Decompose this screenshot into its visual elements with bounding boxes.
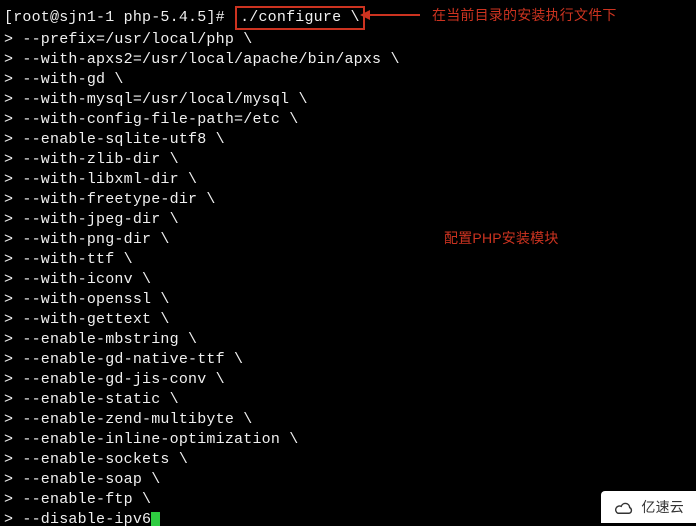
continuation-prompt: > (4, 91, 22, 108)
continuation-prompt: > (4, 171, 22, 188)
continuation-line: > --enable-inline-optimization \ (4, 430, 692, 450)
continuation-line: > --enable-soap \ (4, 470, 692, 490)
continuation-line: > --with-zlib-dir \ (4, 150, 692, 170)
continuation-prompt: > (4, 511, 22, 526)
continuation-prompt: > (4, 271, 22, 288)
configure-option: --with-openssl \ (22, 291, 169, 308)
continuation-prompt: > (4, 371, 22, 388)
annotation-arrow-head (360, 10, 370, 20)
continuation-line: > --with-png-dir \ (4, 230, 692, 250)
prompt-user-host: root@sjn1-1 (13, 9, 114, 26)
continuation-prompt: > (4, 191, 22, 208)
continuation-line: > --with-apxs2=/usr/local/apache/bin/apx… (4, 50, 692, 70)
configure-option: --enable-inline-optimization \ (22, 431, 298, 448)
watermark-text: 亿速云 (641, 497, 684, 517)
continuation-line: > --enable-sockets \ (4, 450, 692, 470)
continuation-line: > --enable-gd-native-ttf \ (4, 350, 692, 370)
continuation-prompt: > (4, 31, 22, 48)
continuation-prompt: > (4, 351, 22, 368)
continuation-lines: > --prefix=/usr/local/php \> --with-apxs… (4, 30, 692, 526)
continuation-prompt: > (4, 231, 22, 248)
continuation-prompt: > (4, 431, 22, 448)
configure-option: --enable-ftp \ (22, 491, 151, 508)
configure-option: --enable-static \ (22, 391, 178, 408)
annotation-mid: 配置PHP安装模块 (444, 228, 559, 248)
configure-option: --with-gettext \ (22, 311, 169, 328)
configure-option: --enable-mbstring \ (22, 331, 197, 348)
annotation-arrow-line (370, 14, 420, 16)
cloud-icon (613, 500, 635, 514)
configure-option: --with-png-dir \ (22, 231, 169, 248)
continuation-line: > --with-mysql=/usr/local/mysql \ (4, 90, 692, 110)
configure-option: --with-config-file-path=/etc \ (22, 111, 298, 128)
prompt-close-bracket: ] (206, 9, 215, 26)
continuation-prompt: > (4, 111, 22, 128)
continuation-prompt: > (4, 51, 22, 68)
command-highlight-box: ./configure \ (235, 6, 365, 30)
continuation-prompt: > (4, 251, 22, 268)
continuation-line: > --enable-sqlite-utf8 \ (4, 130, 692, 150)
continuation-line: > --with-freetype-dir \ (4, 190, 692, 210)
continuation-line: > --enable-static \ (4, 390, 692, 410)
continuation-line: > --prefix=/usr/local/php \ (4, 30, 692, 50)
configure-option: --with-gd \ (22, 71, 123, 88)
configure-option: --with-freetype-dir \ (22, 191, 215, 208)
continuation-prompt: > (4, 331, 22, 348)
configure-option: --enable-soap \ (22, 471, 160, 488)
continuation-prompt: > (4, 311, 22, 328)
continuation-line: > --with-libxml-dir \ (4, 170, 692, 190)
continuation-prompt: > (4, 471, 22, 488)
configure-option: --with-libxml-dir \ (22, 171, 197, 188)
continuation-line: > --with-config-file-path=/etc \ (4, 110, 692, 130)
configure-option: --with-jpeg-dir \ (22, 211, 178, 228)
configure-option: --disable-ipv6 (22, 511, 151, 526)
continuation-line: > --with-ttf \ (4, 250, 692, 270)
configure-command: ./configure \ (240, 9, 360, 26)
continuation-line: > --with-openssl \ (4, 290, 692, 310)
configure-option: --enable-sockets \ (22, 451, 188, 468)
prompt-hash: # (216, 9, 225, 26)
continuation-prompt: > (4, 411, 22, 428)
continuation-prompt: > (4, 451, 22, 468)
configure-option: --enable-sqlite-utf8 \ (22, 131, 224, 148)
continuation-line: > --enable-ftp \ (4, 490, 692, 510)
configure-option: --with-apxs2=/usr/local/apache/bin/apxs … (22, 51, 399, 68)
continuation-line: > --enable-zend-multibyte \ (4, 410, 692, 430)
configure-option: --enable-zend-multibyte \ (22, 411, 252, 428)
continuation-line: > --with-jpeg-dir \ (4, 210, 692, 230)
watermark: 亿速云 (601, 491, 696, 523)
configure-option: --with-iconv \ (22, 271, 151, 288)
configure-option: --enable-gd-native-ttf \ (22, 351, 243, 368)
continuation-prompt: > (4, 211, 22, 228)
configure-option: --with-mysql=/usr/local/mysql \ (22, 91, 307, 108)
continuation-line: > --enable-mbstring \ (4, 330, 692, 350)
continuation-line: > --enable-gd-jis-conv \ (4, 370, 692, 390)
continuation-line: > --disable-ipv6 (4, 510, 692, 526)
continuation-prompt: > (4, 71, 22, 88)
prompt-dir: php-5.4.5 (124, 9, 207, 26)
continuation-line: > --with-gd \ (4, 70, 692, 90)
configure-option: --prefix=/usr/local/php \ (22, 31, 252, 48)
configure-option: --enable-gd-jis-conv \ (22, 371, 224, 388)
continuation-prompt: > (4, 391, 22, 408)
configure-option: --with-ttf \ (22, 251, 132, 268)
prompt-open-bracket: [ (4, 9, 13, 26)
continuation-prompt: > (4, 291, 22, 308)
continuation-line: > --with-gettext \ (4, 310, 692, 330)
continuation-prompt: > (4, 131, 22, 148)
continuation-line: > --with-iconv \ (4, 270, 692, 290)
continuation-prompt: > (4, 491, 22, 508)
continuation-prompt: > (4, 151, 22, 168)
annotation-top: 在当前目录的安装执行文件下 (432, 5, 617, 25)
configure-option: --with-zlib-dir \ (22, 151, 178, 168)
terminal-cursor (151, 512, 160, 526)
